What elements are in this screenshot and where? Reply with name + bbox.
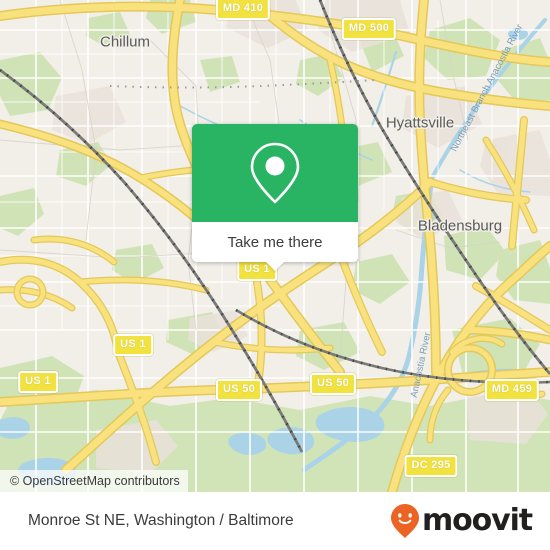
- map-canvas[interactable]: Chillum Hyattsville Bladensburg Northeas…: [0, 0, 550, 492]
- highway-shield-md-500: MD 500: [341, 18, 397, 40]
- highway-shield-us-1-mid: US 1: [113, 334, 153, 356]
- highway-shield-md-410: MD 410: [215, 0, 271, 20]
- take-me-there-label: Take me there: [227, 233, 323, 251]
- map-pin-icon: [250, 142, 300, 204]
- highway-shield-us-50-west: US 50: [215, 379, 263, 401]
- highway-shield-dc-295: DC 295: [404, 455, 458, 477]
- moovit-wordmark: moovit: [421, 503, 533, 538]
- take-me-there-popup[interactable]: Take me there: [192, 124, 358, 271]
- popup-header: [192, 124, 358, 222]
- highway-shield-md-459: MD 459: [484, 379, 540, 401]
- map-screenshot-root: Chillum Hyattsville Bladensburg Northeas…: [0, 0, 550, 550]
- map-attribution[interactable]: © OpenStreetMap contributors: [0, 470, 188, 492]
- footer-bar: Monroe St NE, Washington / Baltimore moo…: [0, 492, 550, 550]
- popup-pointer-tail: [266, 262, 284, 271]
- moovit-logo[interactable]: moovit: [390, 503, 533, 539]
- popup-footer[interactable]: Take me there: [192, 222, 358, 262]
- location-title: Monroe St NE, Washington / Baltimore: [28, 512, 294, 529]
- highway-shield-us-1-west: US 1: [18, 371, 58, 393]
- moovit-pin-smiley-icon: [390, 504, 419, 538]
- highway-shield-us-50-east: US 50: [309, 373, 357, 395]
